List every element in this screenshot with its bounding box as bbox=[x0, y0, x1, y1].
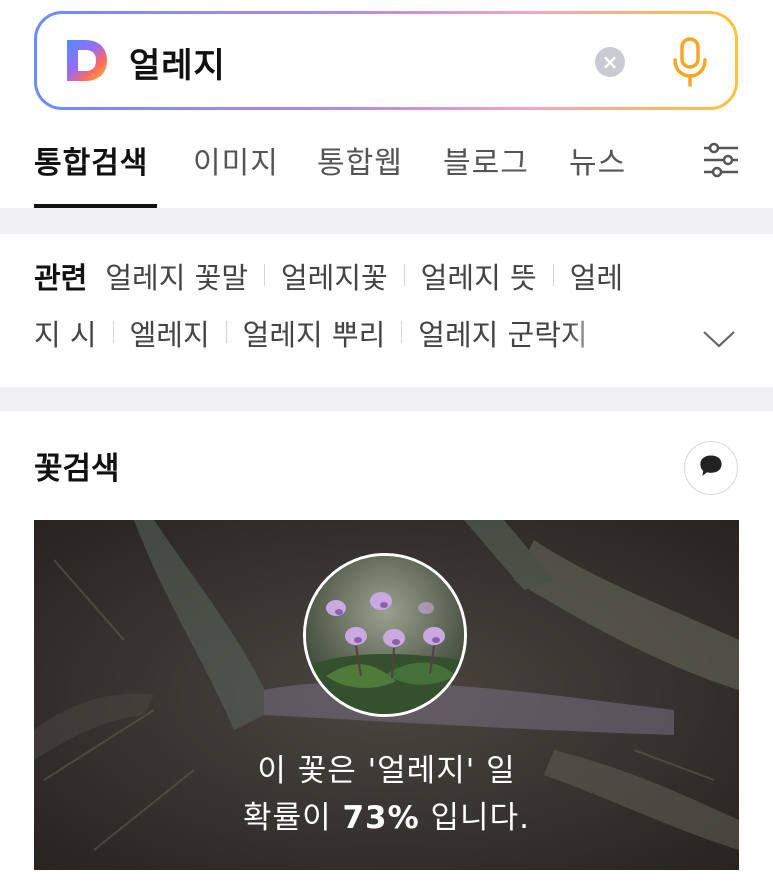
separator bbox=[552, 264, 554, 286]
tab-news[interactable]: 뉴스 bbox=[569, 138, 626, 182]
related-item[interactable]: 엘레지 bbox=[130, 318, 210, 352]
clear-icon[interactable]: × bbox=[595, 47, 625, 77]
search-bar: 얼레지 × bbox=[34, 11, 738, 110]
related-line-1: 관련 얼레지 꽃말 얼레지꽃 얼레지 뜻 얼레 bbox=[34, 255, 623, 303]
separator bbox=[112, 321, 114, 343]
search-input[interactable]: 얼레지 bbox=[129, 38, 226, 87]
section-divider bbox=[0, 208, 773, 234]
flower-thumbnail bbox=[303, 553, 467, 717]
filter-settings-icon[interactable] bbox=[702, 140, 740, 180]
daum-logo-icon[interactable] bbox=[63, 37, 110, 84]
related-item[interactable]: 얼레지꽃 bbox=[281, 261, 388, 295]
result-suffix: 입니다. bbox=[419, 800, 530, 836]
related-item[interactable]: 얼레지 뜻 bbox=[421, 261, 537, 295]
related-item[interactable]: 얼레 bbox=[570, 261, 623, 295]
probability-value: 73% bbox=[342, 800, 420, 836]
separator bbox=[264, 264, 265, 286]
search-tabs: 통합검색 이미지 통합웹 블로그 뉴스 bbox=[34, 138, 739, 208]
separator bbox=[401, 321, 403, 343]
flower-search-title: 꽃검색 bbox=[34, 451, 120, 487]
related-item[interactable]: 얼레지 뿌리 bbox=[243, 318, 386, 352]
chat-button[interactable] bbox=[684, 441, 738, 495]
section-divider bbox=[0, 387, 773, 411]
tab-blog[interactable]: 블로그 bbox=[443, 138, 529, 182]
result-line-2: 확률이 73% 입니다. bbox=[34, 792, 739, 837]
related-item[interactable]: 얼레지 군락지 bbox=[418, 312, 606, 354]
result-prefix: 확률이 bbox=[243, 800, 343, 836]
chevron-down-icon[interactable] bbox=[702, 328, 736, 350]
flower-photo[interactable]: 이 꽃은 '얼레지' 일 확률이 73% 입니다. bbox=[34, 520, 739, 870]
search-box[interactable]: 얼레지 × bbox=[37, 14, 735, 107]
separator bbox=[403, 264, 405, 286]
related-line-2: 지 시 엘레지 얼레지 뿌리 얼레지 군락지 bbox=[34, 312, 606, 360]
chat-bubble-icon bbox=[700, 455, 722, 476]
result-line-1: 이 꽃은 '얼레지' 일 bbox=[257, 753, 516, 789]
tab-web[interactable]: 통합웹 bbox=[317, 138, 403, 182]
related-title: 관련 bbox=[34, 261, 88, 295]
related-item[interactable]: 얼레지 꽃말 bbox=[105, 261, 248, 295]
tab-images[interactable]: 이미지 bbox=[193, 138, 279, 182]
related-item[interactable]: 지 시 bbox=[34, 318, 97, 352]
tab-integrated-search[interactable]: 통합검색 bbox=[34, 138, 148, 182]
flower-thumbnail-image bbox=[306, 556, 464, 714]
microphone-icon[interactable] bbox=[670, 36, 710, 88]
separator bbox=[225, 321, 227, 343]
